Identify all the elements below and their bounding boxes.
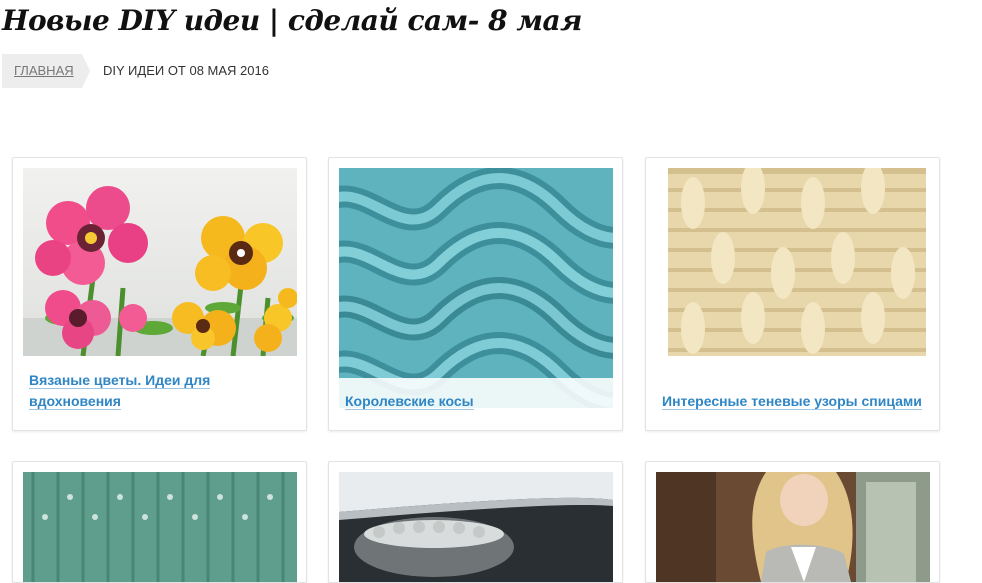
post-card-shadow-patterns[interactable]: Интересные теневые узоры спицами <box>645 157 940 431</box>
shadow-knit-pattern-image[interactable] <box>668 168 926 356</box>
post-card-title-link[interactable]: Королевские косы <box>345 391 605 412</box>
breadcrumb-current: DIY ИДЕИ ОТ 08 МАЯ 2016 <box>103 63 269 78</box>
green-lace-knit-image[interactable] <box>23 472 297 582</box>
post-card-caption: Интересные теневые узоры спицами <box>656 356 930 416</box>
knitted-slipper-image[interactable] <box>339 472 613 582</box>
post-card-title-link[interactable]: Интересные теневые узоры спицами <box>662 391 922 412</box>
breadcrumb-home-link[interactable]: ГЛАВНАЯ <box>14 63 74 78</box>
post-card-title[interactable]: Королевские косы <box>345 393 474 410</box>
post-card-caption: Вязаные цветы. Идеи для вдохновения <box>23 356 297 416</box>
post-card-title-link[interactable]: Вязаные цветы. Идеи для вдохновения <box>29 370 289 412</box>
knitted-cables-image[interactable] <box>339 168 613 408</box>
woman-knit-vest-image[interactable] <box>656 472 930 582</box>
post-card-royal-cables[interactable]: Королевские косы <box>328 157 623 431</box>
post-card-5[interactable] <box>328 461 623 583</box>
post-card-caption: Королевские косы <box>339 378 613 416</box>
post-card-title[interactable]: Вязаные цветы. Идеи для вдохновения <box>29 372 211 410</box>
post-card-4[interactable] <box>12 461 307 583</box>
post-card-crochet-flowers[interactable]: Вязаные цветы. Идеи для вдохновения <box>12 157 307 431</box>
crochet-flowers-image[interactable] <box>23 168 297 356</box>
breadcrumb-home-item[interactable]: ГЛАВНАЯ <box>2 54 90 88</box>
post-card-title[interactable]: Интересные теневые узоры спицами <box>662 393 922 410</box>
page-title: Новые DIY идеи | сделай сам- 8 мая <box>2 4 582 37</box>
post-card-6[interactable] <box>645 461 940 583</box>
